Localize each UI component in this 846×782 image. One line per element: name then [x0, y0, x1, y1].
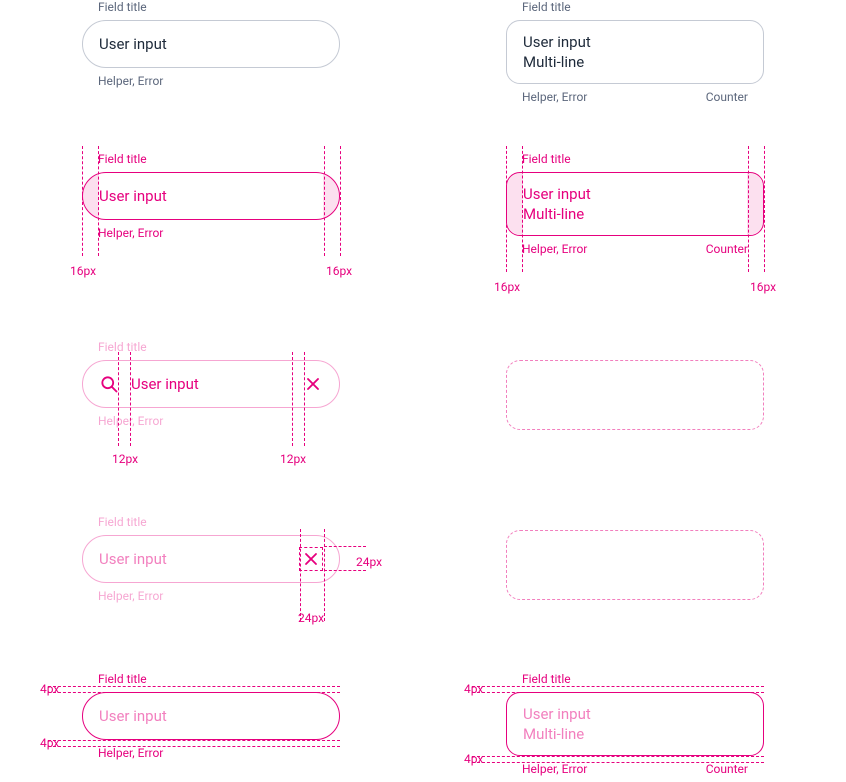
measure-guide: [522, 146, 523, 272]
search-icon: [99, 374, 119, 394]
measure-guide: [324, 529, 325, 621]
field-value-line1: User input: [523, 184, 591, 204]
padding-overlay-left: [507, 173, 523, 235]
helper-row: Helper, Error: [82, 589, 340, 603]
measure-label-12px: 12px: [112, 452, 138, 466]
text-field-icon-box-spec[interactable]: User input: [82, 535, 340, 583]
measure-label-16px: 16px: [70, 264, 96, 278]
field-title-label: Field title: [98, 672, 340, 686]
measure-guide: [764, 146, 765, 272]
padding-overlay-right: [747, 173, 763, 235]
measure-label-4px: 4px: [464, 752, 483, 766]
field-title-label: Field title: [522, 672, 764, 686]
helper-text: Helper, Error: [98, 226, 163, 240]
field-title-label: Field title: [522, 0, 764, 14]
measure-guide: [304, 352, 305, 446]
measure-guide: [48, 686, 340, 687]
counter-text: Counter: [706, 90, 748, 104]
measure-guide: [472, 692, 764, 693]
helper-row: Helper, Error: [82, 746, 340, 760]
placeholder-dashed-box: [506, 530, 764, 600]
text-field-single-vgap[interactable]: User input: [82, 692, 340, 740]
helper-row: Helper, Error Counter: [506, 242, 764, 256]
measure-label-16px: 16px: [494, 280, 520, 294]
field-value: User input: [99, 550, 299, 568]
helper-text: Helper, Error: [522, 242, 587, 256]
field-value-line2: Multi-line: [523, 724, 584, 744]
measure-guide: [748, 146, 749, 272]
field-value: User input: [99, 707, 167, 725]
measure-guide: [82, 146, 83, 256]
measure-guide: [292, 352, 293, 446]
counter-text: Counter: [706, 762, 748, 776]
icon-bounding-box: [299, 547, 323, 571]
field-title-label: Field title: [98, 152, 340, 166]
helper-text: Helper, Error: [98, 74, 163, 88]
text-field-with-icons[interactable]: User input: [82, 360, 340, 408]
helper-text: Helper, Error: [98, 746, 163, 760]
text-field-multiline[interactable]: User input Multi-line: [506, 20, 764, 84]
close-icon[interactable]: [301, 549, 321, 569]
placeholder-dashed-box: [506, 360, 764, 430]
measure-label-4px: 4px: [464, 682, 483, 696]
field-value-line2: Multi-line: [523, 52, 584, 72]
measure-guide: [324, 146, 325, 256]
measure-guide: [472, 762, 764, 763]
measure-guide: [324, 570, 366, 571]
close-icon[interactable]: [303, 374, 323, 394]
measure-label-16px: 16px: [750, 280, 776, 294]
text-field-single[interactable]: User input: [82, 20, 340, 68]
helper-text: Helper, Error: [98, 589, 163, 603]
field-value-line2: Multi-line: [523, 204, 584, 224]
helper-row: Helper, Error Counter: [506, 90, 764, 104]
helper-text: Helper, Error: [522, 90, 587, 104]
text-field-multiline-vgap[interactable]: User input Multi-line: [506, 692, 764, 756]
text-field-multiline-spec[interactable]: User input Multi-line: [506, 172, 764, 236]
measure-guide: [48, 740, 340, 741]
field-title-label: Field title: [98, 0, 340, 14]
field-value: User input: [99, 187, 167, 205]
measure-guide: [472, 686, 764, 687]
measure-guide: [340, 146, 341, 256]
measure-label-4px: 4px: [40, 682, 59, 696]
measure-guide: [98, 146, 99, 256]
measure-guide: [118, 352, 119, 446]
field-value-line1: User input: [523, 32, 591, 52]
helper-row: Helper, Error: [82, 226, 340, 240]
measure-label-24px: 24px: [298, 611, 324, 625]
helper-row: Helper, Error: [82, 414, 340, 428]
measure-guide: [324, 546, 366, 547]
measure-guide: [130, 352, 131, 446]
helper-row: Helper, Error: [82, 74, 340, 88]
field-value: User input: [99, 35, 167, 53]
measure-guide: [48, 746, 340, 747]
counter-text: Counter: [706, 242, 748, 256]
measure-guide: [300, 529, 301, 621]
measure-guide: [472, 756, 764, 757]
measure-guide: [506, 146, 507, 272]
measure-guide: [48, 692, 340, 693]
padding-overlay-left: [83, 173, 99, 219]
measure-label-16px: 16px: [326, 264, 352, 278]
field-title-label: Field title: [98, 515, 340, 529]
field-value: User input: [131, 375, 291, 393]
helper-row: Helper, Error Counter: [506, 762, 764, 776]
measure-label-12px: 12px: [280, 452, 306, 466]
text-field-single-spec[interactable]: User input: [82, 172, 340, 220]
field-value-line1: User input: [523, 704, 591, 724]
padding-overlay-right: [323, 173, 339, 219]
field-title-label: Field title: [522, 152, 764, 166]
helper-text: Helper, Error: [522, 762, 587, 776]
measure-label-24px: 24px: [356, 555, 382, 569]
measure-label-4px: 4px: [40, 736, 59, 750]
